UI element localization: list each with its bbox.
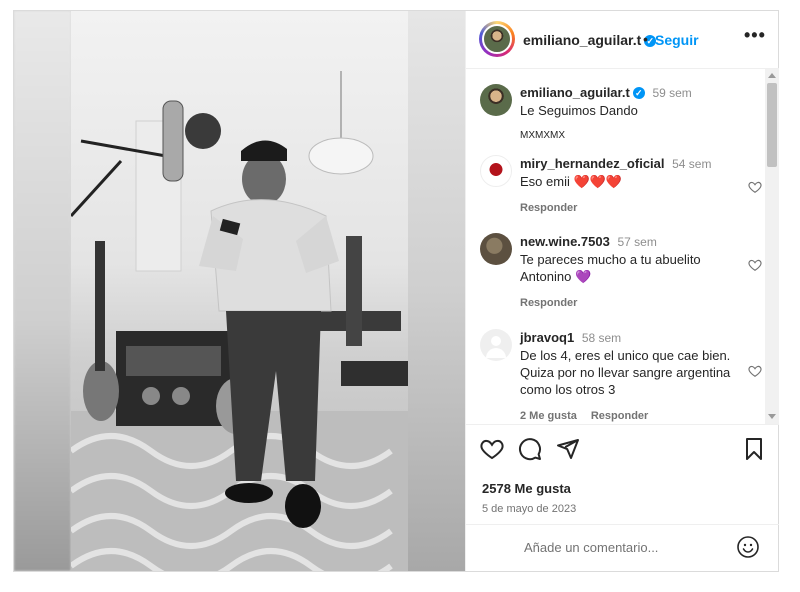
more-options-icon[interactable]: ••• — [744, 25, 766, 46]
comment-time[interactable]: 54 sem — [672, 157, 711, 171]
like-comment-heart-icon[interactable] — [748, 180, 762, 194]
reply-button[interactable]: Responder — [520, 202, 577, 214]
story-ring[interactable] — [479, 21, 515, 57]
caption-hashtag: MXMXMX — [520, 130, 565, 141]
emoji-icon[interactable] — [736, 535, 760, 559]
scroll-down-icon[interactable] — [768, 414, 776, 419]
post-date[interactable]: 5 de mayo de 2023 — [482, 503, 576, 515]
comment-text: Te pareces mucho a tu abuelito Antonino — [520, 252, 701, 284]
media-blur-right — [408, 11, 465, 571]
comment-username[interactable]: new.wine.7503 — [520, 234, 610, 249]
scroll-up-icon[interactable] — [768, 73, 776, 78]
follow-button[interactable]: Seguir — [655, 32, 699, 48]
commenter-avatar[interactable] — [480, 233, 512, 265]
post-media[interactable] — [14, 11, 465, 571]
verified-icon: ✓ — [632, 87, 645, 99]
author-username-text[interactable]: emiliano_aguilar.t — [523, 32, 641, 48]
comments-list[interactable]: emiliano_aguilar.t ✓ 59 sem Le Seguimos D… — [466, 69, 779, 424]
comment-icon[interactable] — [518, 437, 542, 461]
bookmark-icon[interactable] — [742, 437, 766, 461]
author-avatar[interactable] — [482, 24, 512, 54]
author-username[interactable]: emiliano_aguilar.t ✓ — [523, 32, 657, 48]
comment-time[interactable]: 58 sem — [582, 331, 621, 345]
post-card: emiliano_aguilar.t ✓ • Seguir ••• emilian… — [13, 10, 779, 572]
comment-likes[interactable]: 2 Me gusta — [520, 410, 577, 422]
comment-text: Le Seguimos Dando — [520, 103, 638, 118]
comment-username[interactable]: emiliano_aguilar.t — [520, 85, 630, 100]
like-comment-heart-icon[interactable] — [748, 258, 762, 272]
comment-composer: Añade un comentario... — [466, 524, 779, 571]
heart-icon[interactable] — [480, 437, 504, 461]
comment-username[interactable]: jbravoq1 — [520, 330, 574, 345]
studio-photo-illustration — [71, 71, 408, 571]
share-icon[interactable] — [556, 437, 580, 461]
reply-button[interactable]: Responder — [520, 297, 577, 309]
likes-count[interactable]: 2578 Me gusta — [482, 481, 571, 496]
reply-button[interactable]: Responder — [591, 410, 648, 422]
comment-text: Eso emii — [520, 174, 570, 189]
commenter-avatar[interactable] — [480, 155, 512, 187]
like-comment-heart-icon[interactable] — [748, 364, 762, 378]
media-blur-left — [14, 11, 71, 571]
comment-emoji: 💜 — [574, 269, 592, 284]
comment-time[interactable]: 59 sem — [652, 86, 691, 100]
post-header: emiliano_aguilar.t ✓ • Seguir ••• — [466, 11, 779, 69]
post-details-panel: emiliano_aguilar.t ✓ • Seguir ••• emilian… — [465, 11, 779, 571]
scrollbar-thumb[interactable] — [767, 83, 777, 167]
action-bar: 2578 Me gusta 5 de mayo de 2023 — [466, 424, 779, 534]
separator-dot: • — [643, 31, 648, 47]
comment-username[interactable]: miry_hernandez_oficial — [520, 156, 665, 171]
comment-input[interactable]: Añade un comentario... — [524, 540, 658, 555]
comment-time[interactable]: 57 sem — [617, 235, 656, 249]
post-photo — [71, 11, 408, 571]
caption-avatar[interactable] — [480, 84, 512, 116]
commenter-avatar[interactable] — [480, 329, 512, 361]
comment-emoji: ❤️❤️❤️ — [573, 174, 623, 189]
comment-text: De los 4, eres el unico que cae bien. Qu… — [520, 348, 731, 397]
